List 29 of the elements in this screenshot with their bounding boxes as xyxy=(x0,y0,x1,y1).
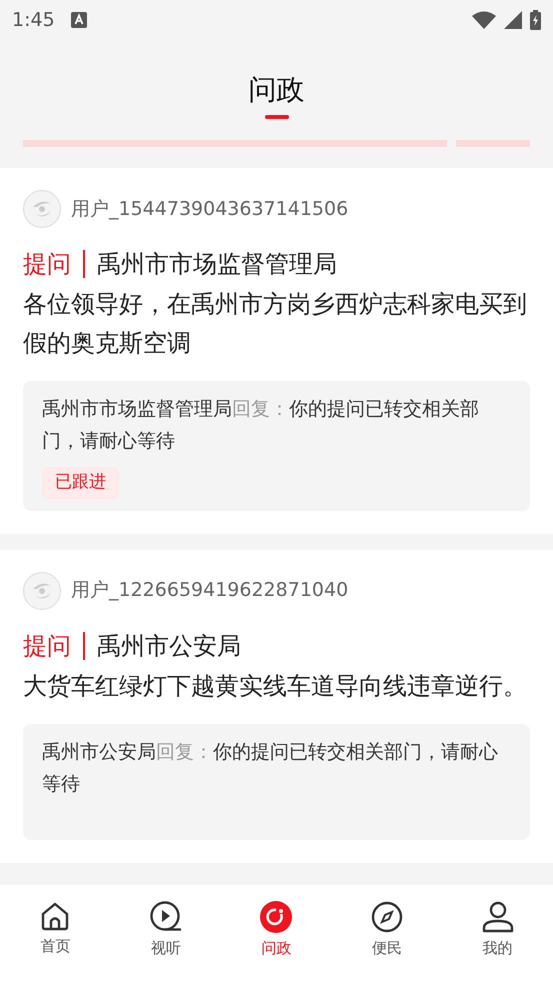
nav-tab[interactable]: 首页 xyxy=(0,901,111,967)
wifi-icon xyxy=(472,11,496,29)
user-icon xyxy=(482,901,514,933)
avatar-icon xyxy=(23,190,61,228)
reply-text: 禹州市公安局回复：你的提问已转交相关部门，请耐心等待 xyxy=(42,740,499,796)
refresh-icon xyxy=(260,901,292,933)
status-tag: 已跟进 xyxy=(42,467,119,498)
home-icon xyxy=(40,901,70,931)
nav-tab[interactable]: 视听 xyxy=(110,901,222,967)
avatar-icon xyxy=(23,572,61,610)
department-name: 禹州市市场监督管理局 xyxy=(97,249,337,280)
question-tag: 提问 xyxy=(23,628,71,664)
compass-icon xyxy=(371,901,404,933)
department-name: 禹州市公安局 xyxy=(97,630,241,662)
user-name[interactable]: 用户_1544739043637141506 xyxy=(71,194,348,224)
nav-tab[interactable]: 问政 xyxy=(221,901,332,967)
battery-icon xyxy=(530,10,541,30)
user-name[interactable]: 用户_1226659419622871040 xyxy=(71,576,348,605)
play-icon xyxy=(150,901,182,933)
page-title[interactable]: 问政 xyxy=(248,73,304,107)
nav-tab[interactable]: 我的 xyxy=(442,901,553,967)
question-text[interactable]: 各位领导好，在禹州市方岗乡西炉志科家电买到假的奥克斯空调 xyxy=(23,285,530,363)
question-text[interactable]: 大货车红绿灯下越黄实线车道导向线违章逆行。 xyxy=(23,666,530,706)
clock-time: 1:45 xyxy=(12,8,55,33)
nav-tab[interactable]: 便民 xyxy=(332,901,442,967)
keyboard-notification-icon xyxy=(70,12,87,28)
reply-text: 禹州市市场监督管理局回复：你的提问已转交相关部门，请耐心等待 xyxy=(42,397,480,454)
question-tag: 提问 xyxy=(23,246,71,282)
signal-icon xyxy=(504,11,522,29)
